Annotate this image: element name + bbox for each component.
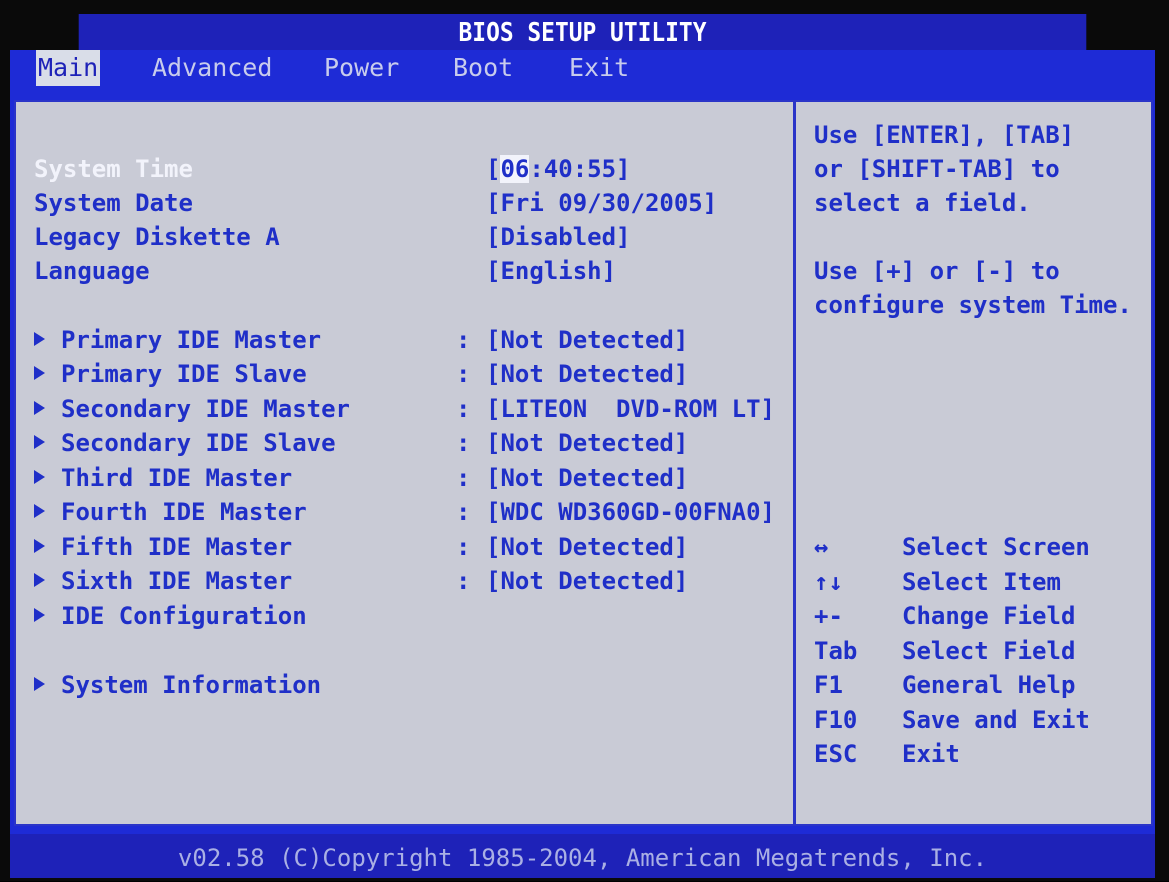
bracket-open: [ xyxy=(486,155,501,183)
system-date-value[interactable]: [Fri 09/30/2005] xyxy=(486,186,717,220)
submenu-arrow-icon xyxy=(34,401,45,415)
device-label: Fifth IDE Master xyxy=(61,533,293,561)
time-hour-field[interactable]: 06 xyxy=(500,155,530,183)
window-title: BIOS SETUP UTILITY xyxy=(78,14,1087,50)
key-description: Exit xyxy=(902,740,960,768)
language-value[interactable]: [English] xyxy=(486,254,616,288)
device-label: Secondary IDE Master xyxy=(61,395,350,423)
setting-label: Legacy Diskette A xyxy=(34,223,280,251)
device-label: Primary IDE Slave xyxy=(61,360,307,388)
device-label: Secondary IDE Slave xyxy=(61,429,336,457)
device-status: [Not Detected] xyxy=(486,326,689,354)
device-status: [Not Detected] xyxy=(486,429,689,457)
key-description: Change Field xyxy=(902,602,1076,630)
tab-exit[interactable]: Exit xyxy=(567,50,631,86)
tab-advanced[interactable]: Advanced xyxy=(150,50,274,86)
key-description: Select Item xyxy=(902,567,1061,596)
submenu-arrow-icon xyxy=(34,677,45,691)
device-status: [LITEON DVD-ROM LT] xyxy=(486,395,775,423)
submenu-label: IDE Configuration xyxy=(61,602,307,630)
setting-label: System Time xyxy=(34,155,193,183)
device-label: Sixth IDE Master xyxy=(61,567,293,595)
key-description: General Help xyxy=(902,671,1076,699)
help-line: Use [+] or [-] to xyxy=(814,257,1060,285)
submenu-arrow-icon xyxy=(34,366,45,380)
f10-key: F10 xyxy=(814,705,858,734)
device-status: [Not Detected] xyxy=(486,533,689,561)
submenu-arrow-icon xyxy=(34,608,45,622)
device-label: Third IDE Master xyxy=(61,464,293,492)
separator-colon: : xyxy=(456,464,471,492)
device-status: [Not Detected] xyxy=(486,464,689,492)
plus-minus-key: +- xyxy=(814,602,843,630)
system-time-value[interactable]: [06:40:55] xyxy=(486,152,631,186)
separator-colon: : xyxy=(456,533,471,561)
device-status: [Not Detected] xyxy=(486,567,689,595)
tab-boot[interactable]: Boot xyxy=(451,50,515,86)
f1-key: F1 xyxy=(814,671,843,699)
left-right-arrow-icon: ↔ xyxy=(814,533,829,561)
separator-colon: : xyxy=(456,429,471,457)
legacy-diskette-value[interactable]: [Disabled] xyxy=(486,220,631,254)
help-line: or [SHIFT-TAB] to xyxy=(814,155,1060,183)
separator-colon: : xyxy=(456,498,471,526)
device-label: Fourth IDE Master xyxy=(61,498,307,526)
copyright-footer: v02.58 (C)Copyright 1985-2004, American … xyxy=(10,834,1155,878)
menu-bar: Main Advanced Power Boot Exit xyxy=(10,50,1155,86)
key-description: Save and Exit xyxy=(902,705,1090,734)
key-description: Select Field xyxy=(902,636,1076,665)
help-line: Use [ENTER], [TAB] xyxy=(814,121,1075,149)
submenu-arrow-icon xyxy=(34,470,45,484)
help-line: configure system Time. xyxy=(814,291,1132,319)
tab-key: Tab xyxy=(814,636,858,665)
key-description: Select Screen xyxy=(902,533,1090,561)
separator-colon: : xyxy=(456,395,471,423)
submenu-arrow-icon xyxy=(34,539,45,553)
submenu-label: System Information xyxy=(61,671,322,699)
esc-key: ESC xyxy=(814,740,858,768)
separator-colon: : xyxy=(456,360,471,388)
tab-power[interactable]: Power xyxy=(322,50,401,86)
separator-colon: : xyxy=(456,326,471,354)
tab-main[interactable]: Main xyxy=(36,50,101,86)
up-down-arrow-icon: ↑↓ xyxy=(814,567,843,596)
device-status: [WDC WD360GD-00FNA0] xyxy=(486,498,775,526)
submenu-arrow-icon xyxy=(34,504,45,518)
help-text: Use [ENTER], [TAB] or [SHIFT-TAB] to sel… xyxy=(814,118,1144,322)
submenu-arrow-icon xyxy=(34,573,45,587)
help-line: select a field. xyxy=(814,189,1031,217)
time-rest: :40:55] xyxy=(529,155,631,183)
pane-divider xyxy=(793,100,796,826)
bios-screen: BIOS SETUP UTILITY Main Advanced Power B… xyxy=(0,0,1169,881)
help-line xyxy=(814,220,1144,254)
submenu-arrow-icon xyxy=(34,435,45,449)
separator-colon: : xyxy=(456,567,471,595)
device-label: Primary IDE Master xyxy=(61,326,322,354)
setting-label: System Date xyxy=(34,189,193,217)
setting-label: Language xyxy=(34,257,150,285)
submenu-arrow-icon xyxy=(34,332,45,346)
device-status: [Not Detected] xyxy=(486,360,689,388)
